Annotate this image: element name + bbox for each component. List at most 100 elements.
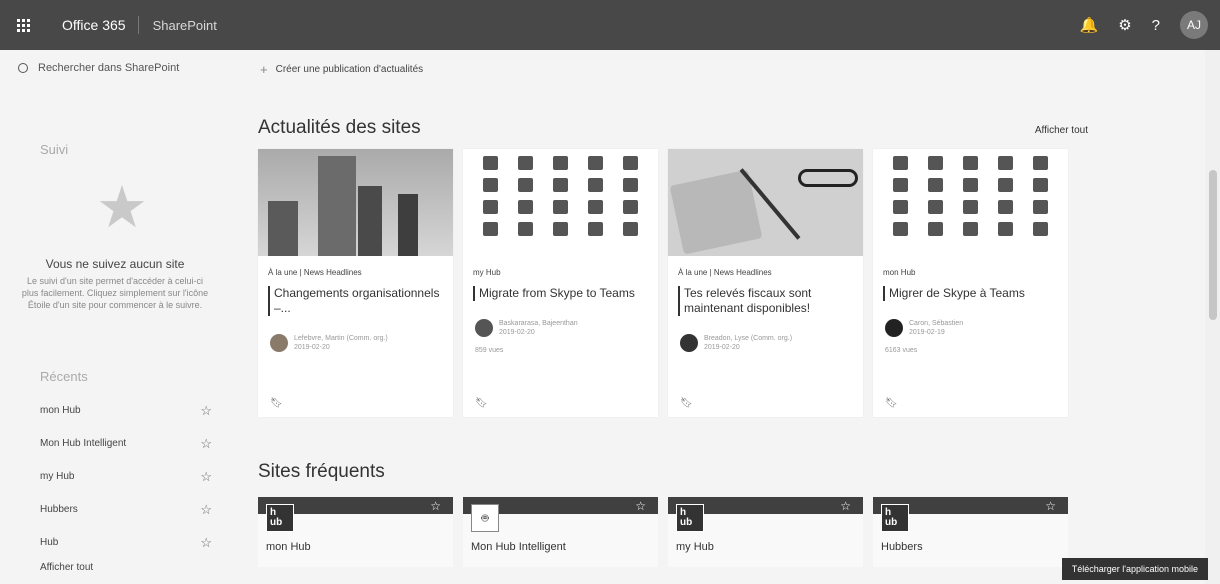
empty-follow-description: Le suivi d'un site permet d'accéder à ce…	[21, 276, 209, 310]
search-box[interactable]: Rechercher dans SharePoint	[0, 50, 230, 86]
empty-follow-title: Vous ne suivez aucun site	[45, 257, 185, 271]
teams-pattern-image	[873, 149, 1068, 256]
news-category[interactable]: À la une | News Headlines	[678, 268, 863, 277]
bot-icon: 🤖︎	[471, 504, 499, 532]
bookmark-icon[interactable]: 🔖︎	[885, 398, 898, 409]
site-logo: h ub	[881, 504, 909, 532]
main-content: + Créer une publication d'actualités Act…	[230, 50, 1205, 584]
news-title[interactable]: Changements organisationnels –...	[268, 286, 443, 316]
news-card[interactable]: my Hub Migrate from Skype to Teams Baska…	[463, 149, 658, 417]
bookmark-icon[interactable]: 🔖︎	[475, 398, 488, 409]
waffle-icon	[16, 18, 30, 32]
scrollbar-thumb[interactable]	[1209, 170, 1217, 320]
frequent-sites: ☆ h ub mon Hub ☆ 🤖︎ Mon Hub Intelligent ☆…	[258, 497, 1205, 567]
user-avatar[interactable]: AJ	[1180, 11, 1208, 39]
author-avatar	[475, 319, 493, 337]
bookmark-icon[interactable]: 🔖︎	[270, 398, 283, 409]
recent-item-mon-hub[interactable]: mon Hub ☆	[0, 394, 230, 427]
recent-item-hubbers[interactable]: Hubbers ☆	[0, 493, 230, 526]
view-count: 859 vues	[475, 347, 504, 354]
author-avatar	[270, 334, 288, 352]
news-title[interactable]: Tes relevés fiscaux sont maintenant disp…	[678, 286, 853, 316]
download-mobile-app-button[interactable]: Télécharger l'application mobile	[1061, 558, 1208, 580]
star-outline-icon[interactable]: ☆	[200, 469, 212, 485]
search-icon	[18, 63, 28, 73]
bookmark-icon[interactable]: 🔖︎	[680, 398, 693, 409]
site-card[interactable]: ☆ 🤖︎ Mon Hub Intelligent	[463, 497, 658, 567]
post-date: 2019-02-19	[909, 329, 945, 336]
author-name[interactable]: Baskararasa, Bajeenthan	[499, 319, 578, 328]
news-category[interactable]: mon Hub	[883, 268, 1068, 277]
news-card[interactable]: À la une | News Headlines Tes relevés fi…	[668, 149, 863, 417]
sharepoint-link[interactable]: SharePoint	[139, 18, 217, 33]
site-name[interactable]: mon Hub	[266, 541, 311, 553]
news-title-prefix: Actualités	[258, 117, 341, 138]
site-logo: h ub	[266, 504, 294, 532]
suite-header: Office 365 SharePoint 🔔 ⚙ ? AJ	[0, 0, 1220, 50]
author-name[interactable]: Lefebvre, Martin (Comm. org.)	[294, 334, 388, 343]
bell-icon[interactable]: 🔔	[1080, 16, 1099, 34]
news-title-suffix: des sites	[340, 117, 421, 138]
sites-title-prefix: Sites	[258, 461, 301, 482]
help-icon[interactable]: ?	[1152, 17, 1160, 34]
star-icon: ★	[96, 175, 148, 240]
building-image	[258, 149, 453, 256]
star-outline-icon[interactable]: ☆	[200, 436, 212, 452]
office-365-link[interactable]: Office 365	[46, 16, 139, 34]
site-name[interactable]: Mon Hub Intelligent	[471, 541, 566, 553]
star-outline-icon[interactable]: ☆	[200, 502, 212, 518]
recent-item-label[interactable]: my Hub	[40, 471, 74, 482]
plus-icon: +	[260, 62, 268, 77]
calculator-image	[668, 149, 863, 256]
news-title[interactable]: Migrer de Skype à Teams	[883, 286, 1058, 301]
author-name[interactable]: Breadon, Lyse (Comm. org.)	[704, 334, 792, 343]
news-card[interactable]: mon Hub Migrer de Skype à Teams Caron, S…	[873, 149, 1068, 417]
news-card[interactable]: À la une | News Headlines Changements or…	[258, 149, 453, 417]
sites-title-suffix: fréquents	[300, 461, 385, 482]
news-category[interactable]: my Hub	[473, 268, 658, 277]
star-outline-icon[interactable]: ☆	[200, 535, 212, 551]
settings-icon[interactable]: ⚙	[1118, 16, 1131, 34]
star-outline-icon[interactable]: ☆	[1045, 499, 1056, 513]
view-count: 6163 vues	[885, 347, 918, 354]
recent-see-all-link[interactable]: Afficher tout	[0, 562, 230, 573]
star-outline-icon[interactable]: ☆	[430, 499, 441, 513]
create-news-label[interactable]: Créer une publication d'actualités	[276, 64, 424, 75]
frequent-sites-title: Sites fréquents	[258, 461, 1205, 483]
author-name[interactable]: Caron, Sébastien	[909, 319, 963, 328]
sidebar: Rechercher dans SharePoint Suivi ★ Vous …	[0, 50, 230, 584]
recent-item-label[interactable]: Hubbers	[40, 504, 78, 515]
news-cards: À la une | News Headlines Changements or…	[258, 149, 1205, 417]
create-news-button[interactable]: + Créer une publication d'actualités	[230, 50, 1205, 77]
site-name[interactable]: Hubbers	[881, 541, 923, 553]
post-date: 2019-02-20	[704, 344, 740, 351]
author-avatar	[885, 319, 903, 337]
recent-item-mon-hub-intelligent[interactable]: Mon Hub Intelligent ☆	[0, 427, 230, 460]
recent-title: Récents	[40, 369, 88, 384]
site-card[interactable]: ☆ h ub Hubbers	[873, 497, 1068, 567]
star-outline-icon[interactable]: ☆	[200, 403, 212, 419]
site-card[interactable]: ☆ h ub my Hub	[668, 497, 863, 567]
recent-item-hub[interactable]: Hub ☆	[0, 526, 230, 559]
news-title[interactable]: Migrate from Skype to Teams	[473, 286, 648, 301]
news-category[interactable]: À la une | News Headlines	[268, 268, 453, 277]
site-name[interactable]: my Hub	[676, 541, 714, 553]
star-outline-icon[interactable]: ☆	[635, 499, 646, 513]
search-placeholder[interactable]: Rechercher dans SharePoint	[38, 62, 179, 74]
followed-title: Suivi	[40, 142, 69, 157]
recent-item-label[interactable]: mon Hub	[40, 405, 81, 416]
news-section-title: Actualités des sites	[258, 117, 421, 139]
star-outline-icon[interactable]: ☆	[840, 499, 851, 513]
site-card[interactable]: ☆ h ub mon Hub	[258, 497, 453, 567]
author-avatar	[680, 334, 698, 352]
scrollbar[interactable]	[1205, 50, 1220, 584]
teams-pattern-image	[463, 149, 658, 256]
post-date: 2019-02-20	[294, 344, 330, 351]
recent-item-my-hub[interactable]: my Hub ☆	[0, 460, 230, 493]
recent-item-label[interactable]: Hub	[40, 537, 58, 548]
site-logo: h ub	[676, 504, 704, 532]
news-see-all-link[interactable]: Afficher tout	[1035, 125, 1088, 136]
post-date: 2019-02-20	[499, 329, 535, 336]
app-launcher-button[interactable]	[0, 0, 46, 50]
recent-item-label[interactable]: Mon Hub Intelligent	[40, 438, 126, 449]
